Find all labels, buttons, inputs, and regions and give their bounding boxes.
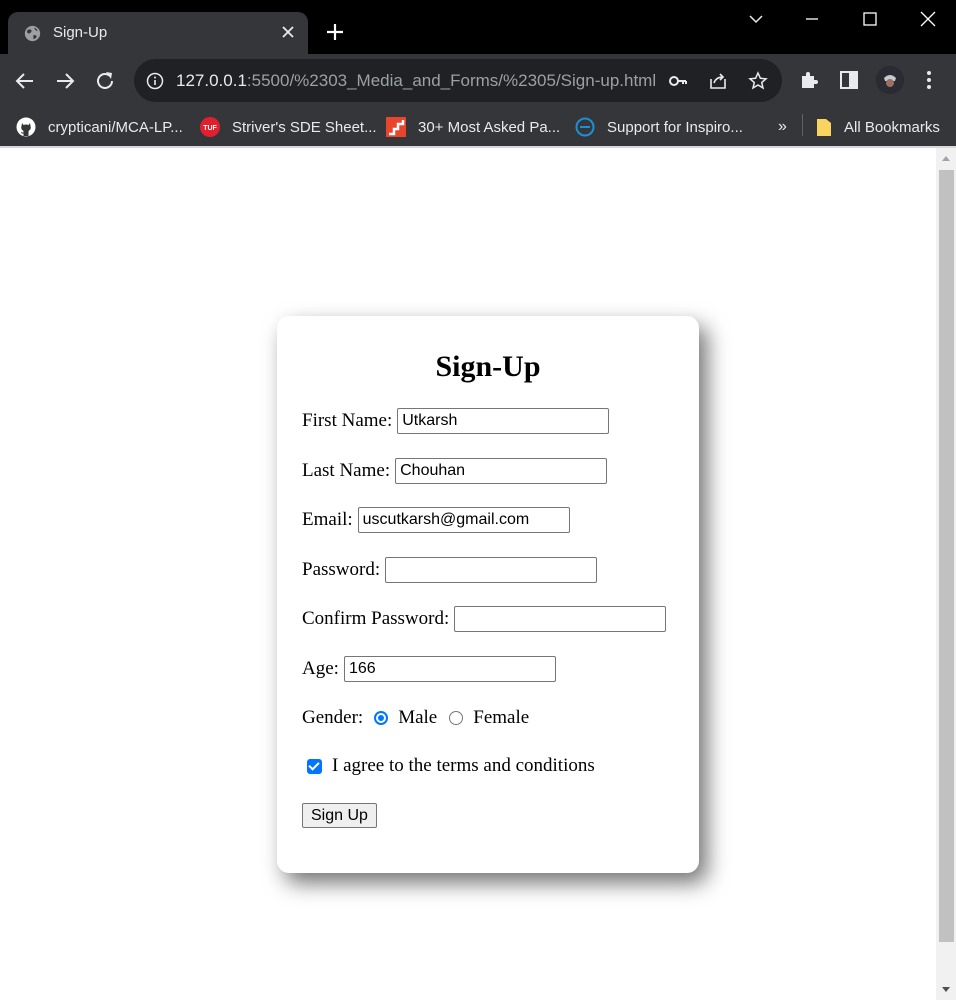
github-icon (16, 117, 36, 137)
scroll-down-arrow-icon[interactable] (942, 987, 950, 992)
sign-up-button[interactable]: Sign Up (302, 803, 377, 828)
confirm-password-label: Confirm Password: (302, 608, 450, 629)
tab-title: Sign-Up (53, 24, 108, 41)
password-field[interactable] (385, 557, 598, 583)
menu-icon[interactable] (918, 69, 940, 91)
maximize-icon[interactable] (856, 8, 884, 30)
extensions-icon[interactable] (798, 69, 820, 91)
bookmark-star-icon[interactable] (748, 71, 768, 91)
age-label: Age: (302, 658, 339, 679)
globe-icon (24, 25, 41, 42)
profile-icon (876, 66, 904, 94)
gender-female-label: Female (473, 707, 530, 728)
bookmark-item-30-most-asked[interactable]: 30+ Most Asked Pa... (386, 114, 560, 140)
all-bookmarks-label: All Bookmarks (844, 118, 940, 136)
title-bar: Sign-Up (0, 0, 956, 54)
folder-icon (817, 119, 831, 136)
last-name-label: Last Name: (302, 460, 391, 481)
share-icon[interactable] (708, 71, 728, 91)
bookmark-label: Support for Inspiro... (607, 118, 743, 136)
overflow-chevron-icon: » (778, 118, 787, 135)
window-close-icon[interactable] (914, 8, 942, 30)
tab-sign-up[interactable]: Sign-Up (8, 12, 308, 54)
terms-label: I agree to the terms and conditions (332, 755, 595, 776)
profile-avatar[interactable] (876, 66, 904, 94)
terms-checkbox[interactable] (307, 758, 322, 774)
first-name-field[interactable]: Utkarsh (397, 408, 610, 434)
password-row: Password: (302, 557, 598, 583)
close-icon[interactable] (280, 24, 296, 40)
email-label: Email: (302, 509, 353, 530)
scroll-up-arrow-icon[interactable] (942, 156, 950, 161)
bookmark-item-github[interactable]: crypticani/MCA-LP... (16, 114, 183, 140)
bookmark-item-strivers[interactable]: TUF Striver's SDE Sheet... (200, 114, 377, 140)
bookmarks-bar: crypticani/MCA-LP... TUF Striver's SDE S… (0, 108, 956, 146)
dell-icon (575, 117, 595, 137)
bookmarks-divider (802, 114, 803, 136)
scroll-thumb[interactable] (939, 170, 954, 942)
reload-icon[interactable] (92, 68, 118, 94)
first-name-label: First Name: (302, 410, 393, 431)
gender-female-radio[interactable] (449, 711, 464, 725)
bookmark-label: Striver's SDE Sheet... (232, 118, 377, 136)
tab-search-icon[interactable] (742, 8, 770, 30)
bookmark-item-support[interactable]: Support for Inspiro... (575, 114, 743, 140)
gender-row: Gender: Male Female (302, 707, 529, 729)
last-name-field[interactable]: Chouhan (395, 458, 608, 484)
terms-row: I agree to the terms and conditions (301, 755, 595, 777)
bookmarks-overflow-button[interactable]: » (778, 114, 787, 140)
age-row: Age: 166 (302, 656, 556, 682)
gender-label: Gender: (302, 707, 364, 728)
confirm-password-field[interactable] (454, 606, 667, 632)
back-arrow-icon[interactable] (12, 68, 38, 94)
bookmark-label: 30+ Most Asked Pa... (418, 118, 561, 136)
forward-arrow-icon[interactable] (52, 68, 78, 94)
email-row: Email: uscutkarsh@gmail.com (302, 507, 570, 533)
signup-card: Sign-Up First Name: Utkarsh Last Name: C… (277, 316, 699, 873)
bookmark-label: crypticani/MCA-LP... (48, 118, 183, 136)
all-bookmarks-button[interactable]: All Bookmarks (816, 114, 940, 140)
address-bar[interactable]: 127.0.0.1:5500/%2303_Media_and_Forms/%23… (134, 59, 782, 102)
url-path: :5500/%2303_Media_and_Forms/%2305/Sign-u… (246, 71, 657, 90)
toolbar-border (0, 146, 956, 148)
last-name-row: Last Name: Chouhan (302, 458, 608, 484)
new-tab-icon[interactable] (324, 21, 346, 43)
key-icon[interactable] (668, 71, 688, 91)
first-name-row: First Name: Utkarsh (302, 408, 610, 434)
confirm-password-row: Confirm Password: (302, 606, 667, 632)
tuf-icon: TUF (200, 117, 220, 137)
vertical-scrollbar[interactable] (936, 148, 956, 1000)
page-title: Sign-Up (435, 350, 541, 383)
browser-toolbar: 127.0.0.1:5500/%2303_Media_and_Forms/%23… (0, 54, 956, 108)
url-text[interactable]: 127.0.0.1:5500/%2303_Media_and_Forms/%23… (176, 71, 656, 91)
svg-text:TUF: TUF (203, 125, 217, 132)
age-field[interactable]: 166 (343, 656, 556, 682)
email-field[interactable]: uscutkarsh@gmail.com (357, 507, 570, 533)
stairs-icon (386, 117, 406, 137)
gender-male-label: Male (398, 707, 438, 728)
minimize-icon[interactable] (798, 8, 826, 30)
gender-male-radio[interactable] (374, 711, 389, 725)
url-host: 127.0.0.1 (176, 71, 247, 90)
side-panel-icon[interactable] (838, 69, 860, 91)
password-label: Password: (302, 559, 381, 580)
site-info-icon[interactable] (146, 72, 164, 90)
